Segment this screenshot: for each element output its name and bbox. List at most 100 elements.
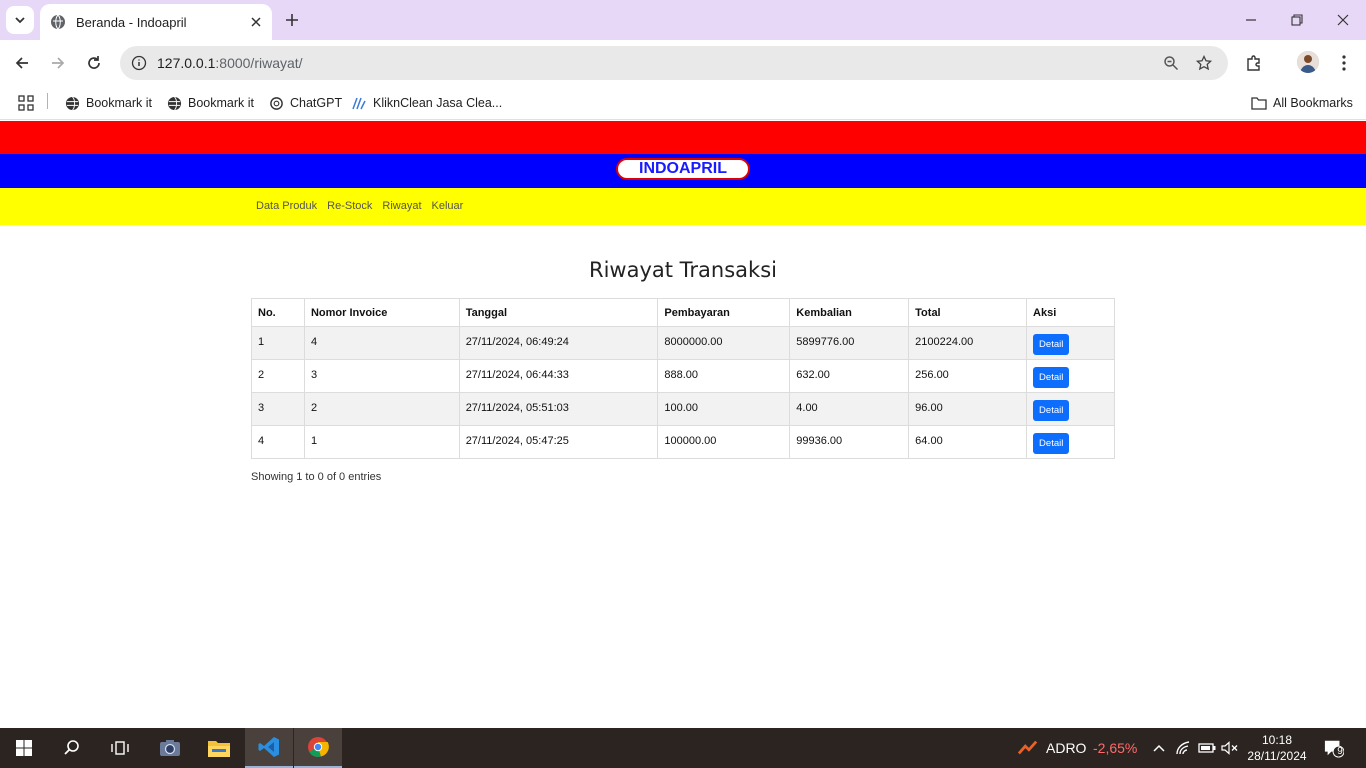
back-button[interactable] xyxy=(11,52,33,74)
tab-search-button[interactable] xyxy=(6,6,34,34)
search-button[interactable] xyxy=(48,728,96,768)
table-header-row: No. Nomor Invoice Tanggal Pembayaran Kem… xyxy=(251,298,1115,327)
bookmarks-bar: Bookmark it Bookmark it ChatGPT KliknCle… xyxy=(0,86,1366,120)
cell-invoice: 4 xyxy=(303,326,460,360)
cell-invoice: 1 xyxy=(303,425,460,459)
column-header: No. xyxy=(251,298,305,327)
forward-button[interactable] xyxy=(47,52,69,74)
column-header: Tanggal xyxy=(458,298,659,327)
table-info: Showing 1 to 0 of 0 entries xyxy=(251,471,382,483)
cell-kembalian: 99936.00 xyxy=(789,425,910,459)
table-row: 4 1 27/11/2024, 05:47:25 100000.00 99936… xyxy=(251,425,1115,459)
all-bookmarks-button[interactable]: All Bookmarks xyxy=(1251,93,1353,113)
camera-icon xyxy=(160,740,180,756)
star-icon[interactable] xyxy=(1194,53,1214,73)
minimize-button[interactable] xyxy=(1241,10,1261,30)
extensions-button[interactable] xyxy=(1243,52,1265,74)
arrow-right-icon xyxy=(52,57,65,69)
chevron-up-icon xyxy=(1153,744,1165,752)
system-clock[interactable]: 10:18 28/11/2024 xyxy=(1244,732,1310,764)
bookmark-item[interactable]: Bookmark it xyxy=(64,93,152,113)
header-red-band xyxy=(0,121,1366,154)
apps-button[interactable] xyxy=(18,93,40,113)
browser-tab[interactable]: Beranda - Indoapril xyxy=(40,4,272,40)
url-path: :8000/riwayat/ xyxy=(215,55,303,71)
page-title: Riwayat Transaksi xyxy=(589,258,777,282)
cell-total: 2100224.00 xyxy=(908,326,1028,360)
reload-button[interactable] xyxy=(83,52,105,74)
table-row: 1 4 27/11/2024, 06:49:24 8000000.00 5899… xyxy=(251,326,1115,360)
address-bar[interactable]: 127.0.0.1:8000/riwayat/ xyxy=(120,46,1228,80)
notifications-button[interactable]: 9 xyxy=(1324,738,1344,758)
close-window-button[interactable] xyxy=(1333,10,1353,30)
arrow-left-icon xyxy=(15,57,28,69)
task-view-button[interactable] xyxy=(96,728,144,768)
globe-icon xyxy=(64,95,80,111)
column-header: Total xyxy=(908,298,1028,327)
file-explorer-app[interactable] xyxy=(195,728,243,768)
cell-no: 3 xyxy=(251,392,305,426)
apps-grid-icon xyxy=(18,95,34,111)
restore-button[interactable] xyxy=(1287,10,1307,30)
bookmark-separator xyxy=(47,93,48,109)
close-tab-icon[interactable] xyxy=(246,12,266,32)
bookmark-item[interactable]: ChatGPT xyxy=(268,93,342,113)
table-row: 3 2 27/11/2024, 05:51:03 100.00 4.00 96.… xyxy=(251,392,1115,426)
all-bookmarks-label: All Bookmarks xyxy=(1273,96,1353,110)
chrome-menu-button[interactable] xyxy=(1333,52,1355,74)
new-tab-button[interactable] xyxy=(282,10,302,30)
camera-app[interactable] xyxy=(146,728,194,768)
cell-pembayaran: 100000.00 xyxy=(657,425,791,459)
kebab-menu-icon xyxy=(1342,55,1346,71)
detail-button[interactable]: Detail xyxy=(1033,400,1070,421)
start-button[interactable] xyxy=(0,728,48,768)
nav-item-keluar[interactable]: Keluar xyxy=(432,200,464,212)
column-header: Kembalian xyxy=(789,298,910,327)
minimize-icon xyxy=(1246,19,1256,21)
brand-logo[interactable]: INDOAPRIL xyxy=(616,158,750,180)
cell-aksi: Detail xyxy=(1026,326,1115,360)
vscode-app[interactable] xyxy=(245,728,293,768)
folder-icon xyxy=(208,741,230,757)
taskbar: ADRO -2,65% 10:18 28/11/2024 9 xyxy=(0,728,1366,768)
detail-button[interactable]: Detail xyxy=(1033,334,1070,355)
detail-button[interactable]: Detail xyxy=(1033,367,1070,388)
nav-item-data-produk[interactable]: Data Produk xyxy=(256,200,317,212)
bookmark-item[interactable]: KliknClean Jasa Clea... xyxy=(351,93,502,113)
notification-count: 9 xyxy=(1337,746,1343,757)
bookmark-item[interactable]: Bookmark it xyxy=(166,93,254,113)
profile-avatar[interactable] xyxy=(1297,51,1319,73)
windows-icon xyxy=(16,740,32,756)
cell-aksi: Detail xyxy=(1026,359,1115,393)
zoom-icon[interactable] xyxy=(1161,53,1181,73)
column-header: Nomor Invoice xyxy=(303,298,460,327)
detail-button[interactable]: Detail xyxy=(1033,433,1070,454)
chrome-app[interactable] xyxy=(294,728,342,768)
close-icon xyxy=(1337,14,1349,26)
cell-pembayaran: 8000000.00 xyxy=(657,326,791,360)
stock-change: -2,65% xyxy=(1093,740,1138,756)
nav-item-re-stock[interactable]: Re-Stock xyxy=(327,200,372,212)
cell-tanggal: 27/11/2024, 06:49:24 xyxy=(458,326,659,360)
site-info-icon[interactable] xyxy=(128,52,150,74)
globe-icon xyxy=(51,14,65,30)
bookmark-label: Bookmark it xyxy=(188,96,254,110)
nav-item-riwayat[interactable]: Riwayat xyxy=(382,200,421,212)
cell-pembayaran: 100.00 xyxy=(657,392,791,426)
task-view-icon xyxy=(111,741,129,755)
show-hidden-icons-button[interactable] xyxy=(1149,738,1169,758)
network-icon[interactable] xyxy=(1174,738,1194,758)
site-icon xyxy=(351,95,367,111)
transactions-table: No. Nomor Invoice Tanggal Pembayaran Kem… xyxy=(251,298,1115,459)
url-text: 127.0.0.1:8000/riwayat/ xyxy=(157,55,303,71)
clock-date: 28/11/2024 xyxy=(1247,749,1307,763)
stock-ticker[interactable]: ADRO xyxy=(1046,740,1086,756)
vscode-icon xyxy=(258,737,279,757)
battery-icon[interactable] xyxy=(1197,738,1217,758)
volume-muted-icon[interactable] xyxy=(1220,738,1240,758)
column-header: Pembayaran xyxy=(657,298,791,327)
cell-invoice: 2 xyxy=(303,392,460,426)
bookmark-label: KliknClean Jasa Clea... xyxy=(373,96,503,110)
cell-tanggal: 27/11/2024, 06:44:33 xyxy=(458,359,659,393)
stock-widget-icon[interactable] xyxy=(1018,738,1038,758)
